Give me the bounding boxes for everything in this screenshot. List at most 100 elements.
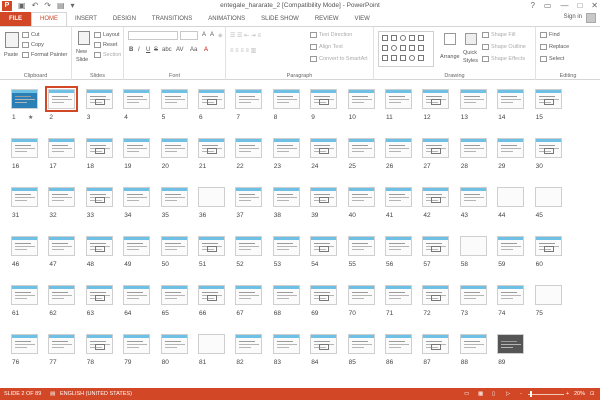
tab-insert[interactable]: INSERT <box>67 12 105 26</box>
shape-item[interactable] <box>391 45 397 51</box>
shape-item[interactable] <box>391 35 397 41</box>
slide-thumbnail[interactable] <box>198 89 225 109</box>
tab-animations[interactable]: ANIMATIONS <box>200 12 253 26</box>
slide-thumbnail[interactable] <box>235 187 263 207</box>
bold-button[interactable]: B <box>129 47 133 53</box>
maximize-icon[interactable]: □ <box>577 1 582 11</box>
shape-fill-button[interactable]: Shape Fill <box>482 31 515 39</box>
shape-item[interactable] <box>418 35 424 41</box>
slide-thumbnail[interactable] <box>310 285 338 305</box>
zoom-level[interactable]: 20% <box>574 390 585 398</box>
italic-button[interactable]: I <box>138 47 140 53</box>
strikethrough-button[interactable]: S <box>154 47 158 53</box>
shape-item[interactable] <box>382 35 388 41</box>
slide-thumbnail[interactable] <box>534 89 562 109</box>
shape-item[interactable] <box>382 55 388 61</box>
shrink-font-icon[interactable]: A <box>210 32 214 38</box>
section-button[interactable]: Section <box>94 51 121 59</box>
slide-thumbnail[interactable] <box>160 187 188 207</box>
layout-button[interactable]: Layout <box>94 31 120 39</box>
shape-item[interactable] <box>409 35 415 41</box>
paste-button[interactable]: Paste <box>4 51 18 59</box>
tab-home[interactable]: HOME <box>31 12 67 26</box>
shape-item[interactable] <box>409 55 415 61</box>
tab-design[interactable]: DESIGN <box>105 12 144 26</box>
slide-thumbnail[interactable] <box>497 334 525 354</box>
cut-button[interactable]: Cut <box>22 31 40 39</box>
slide-thumbnail[interactable] <box>385 236 412 256</box>
slide-thumbnail[interactable] <box>459 285 487 305</box>
slide-thumbnail[interactable] <box>160 285 188 305</box>
minimize-icon[interactable]: — <box>560 1 568 11</box>
slide-thumbnail[interactable] <box>235 89 263 109</box>
slide-thumbnail[interactable] <box>198 236 225 256</box>
language-indicator[interactable]: ENGLISH (UNITED STATES) <box>60 390 132 398</box>
slide-thumbnail[interactable] <box>310 89 338 109</box>
paste-icon[interactable] <box>5 32 19 48</box>
slide-thumbnail[interactable] <box>85 138 113 158</box>
font-name-input[interactable] <box>128 31 178 40</box>
slide-thumbnail[interactable] <box>235 334 263 354</box>
tab-transitions[interactable]: TRANSITIONS <box>144 12 200 26</box>
slide-thumbnail[interactable] <box>422 236 450 256</box>
slide-thumbnail[interactable] <box>385 285 412 305</box>
reset-button[interactable]: Reset <box>94 41 117 49</box>
clear-formatting-icon[interactable]: ◈ <box>218 32 223 39</box>
slide-thumbnail[interactable] <box>272 138 300 158</box>
slide-thumbnail[interactable] <box>347 334 375 354</box>
slide-thumbnail[interactable] <box>385 138 412 158</box>
slide-thumbnail[interactable] <box>85 285 113 305</box>
new-slide-button[interactable]: New <box>76 48 87 56</box>
avatar[interactable] <box>586 13 596 23</box>
new-slide-button-label[interactable]: Slide <box>76 56 88 64</box>
bullets-icon[interactable]: ☰ ☰ ⇤ ⇥ ≡ <box>230 32 261 39</box>
character-spacing-button[interactable]: AV <box>176 47 184 53</box>
slide-thumbnail[interactable] <box>85 334 113 354</box>
slide-thumbnail[interactable] <box>347 187 375 207</box>
slide-thumbnail[interactable] <box>85 187 113 207</box>
quick-styles-button[interactable]: Quick <box>463 49 477 57</box>
grow-font-icon[interactable]: A <box>202 32 206 38</box>
slide-thumbnail[interactable] <box>85 236 113 256</box>
slide-thumbnail[interactable] <box>347 89 375 109</box>
slide-thumbnail[interactable] <box>48 285 76 305</box>
slide-thumbnail[interactable] <box>272 334 300 354</box>
slide-thumbnail[interactable] <box>422 89 450 109</box>
slide-thumbnail[interactable] <box>422 334 450 354</box>
spell-check-icon[interactable]: ▤ <box>50 390 55 398</box>
underline-button[interactable]: U <box>146 47 150 53</box>
slide-thumbnail[interactable] <box>198 334 225 354</box>
normal-view-icon[interactable]: ▭ <box>464 390 469 398</box>
slide-thumbnail[interactable] <box>385 89 412 109</box>
slide-thumbnail[interactable] <box>48 334 76 354</box>
slide-thumbnail[interactable] <box>272 285 300 305</box>
slide-thumbnail[interactable] <box>198 285 225 305</box>
slide-thumbnail[interactable] <box>11 187 38 207</box>
slide-thumbnail[interactable] <box>123 334 151 354</box>
slide-thumbnail[interactable] <box>497 89 525 109</box>
slide-thumbnail[interactable] <box>310 187 338 207</box>
tab-review[interactable]: REVIEW <box>307 12 347 26</box>
slide-thumbnail[interactable] <box>497 285 525 305</box>
slide-thumbnail[interactable] <box>160 334 188 354</box>
change-case-button[interactable]: Aa <box>190 47 197 53</box>
slide-thumbnail[interactable] <box>272 236 300 256</box>
ribbon-display-icon[interactable]: ▭ <box>544 1 552 11</box>
quick-styles-icon[interactable] <box>465 33 477 45</box>
slide-thumbnail[interactable] <box>347 285 375 305</box>
slide-thumbnail[interactable] <box>48 236 76 256</box>
transition-star-icon[interactable]: ★ <box>28 114 33 121</box>
zoom-slider[interactable] <box>528 394 564 395</box>
slide-thumbnail[interactable] <box>48 138 76 158</box>
tab-view[interactable]: VIEW <box>347 12 378 26</box>
quick-styles-button-label[interactable]: Styles <box>463 57 478 65</box>
shape-effects-button[interactable]: Shape Effects <box>482 55 525 63</box>
text-direction-button[interactable]: Text Direction <box>310 31 352 39</box>
slide-thumbnail[interactable] <box>123 138 151 158</box>
slide-thumbnail[interactable] <box>534 285 562 305</box>
font-size-input[interactable] <box>180 31 198 40</box>
replace-button[interactable]: Replace <box>540 43 569 51</box>
slide-thumbnail[interactable] <box>497 236 525 256</box>
slide-thumbnail[interactable] <box>422 285 450 305</box>
slide-sorter-view-icon[interactable]: ▦ <box>478 390 483 398</box>
